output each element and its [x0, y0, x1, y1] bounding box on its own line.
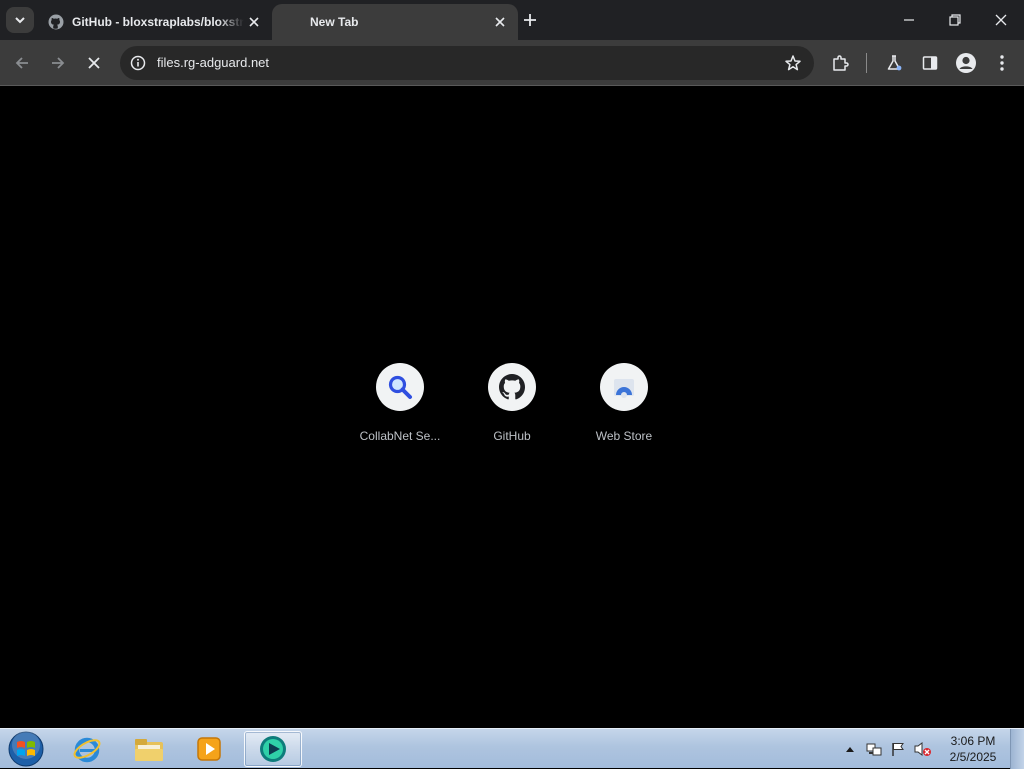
tab-strip: GitHub - bloxstraplabs/bloxstrap New Tab	[0, 0, 1024, 40]
file-explorer-icon	[135, 739, 163, 761]
action-center-flag-icon[interactable]	[888, 729, 908, 769]
minimize-button[interactable]	[886, 0, 932, 40]
network-tray-icon[interactable]	[864, 729, 884, 769]
media-player-icon	[197, 737, 221, 761]
site-info-icon[interactable]	[128, 53, 148, 73]
forward-button[interactable]	[44, 49, 72, 77]
shortcut-tile-web-store[interactable]: Web Store	[568, 363, 680, 453]
avatar-icon	[956, 53, 976, 73]
back-button[interactable]	[8, 49, 36, 77]
side-panel-button[interactable]	[916, 49, 944, 77]
tab-title: GitHub - bloxstraplabs/bloxstrap	[72, 15, 244, 29]
puzzle-piece-icon	[833, 55, 849, 71]
shortcut-label: GitHub	[493, 429, 531, 443]
shortcut-label: CollabNet Se...	[359, 429, 441, 443]
system-clock[interactable]: 3:06 PM 2/5/2025	[938, 733, 1008, 765]
close-icon	[88, 57, 100, 69]
github-icon	[499, 374, 525, 400]
volume-muted-icon[interactable]	[912, 729, 934, 769]
tab-title: New Tab	[310, 15, 359, 29]
taskbar-media-player[interactable]	[180, 731, 238, 767]
shortcut-icon-circle	[376, 363, 424, 411]
internet-explorer-icon	[73, 737, 101, 763]
github-icon	[48, 14, 64, 30]
profile-button[interactable]	[952, 49, 980, 77]
chevron-down-icon	[15, 17, 25, 24]
tab-close-button[interactable]	[244, 12, 264, 32]
shortcut-tile-collabnet[interactable]: CollabNet Se...	[344, 363, 456, 453]
windows-taskbar: 3:06 PM 2/5/2025	[0, 728, 1024, 769]
minimize-icon	[904, 19, 914, 21]
search-magnifier-icon	[388, 375, 412, 399]
new-tab-page: CollabNet Se... GitHub Web Store	[0, 87, 1024, 728]
show-desktop-button[interactable]	[1010, 729, 1024, 769]
stop-loading-button[interactable]	[80, 49, 108, 77]
plus-icon	[524, 14, 536, 26]
shortcut-tile-github[interactable]: GitHub	[456, 363, 568, 453]
labs-button[interactable]	[880, 49, 908, 77]
start-button[interactable]	[6, 730, 46, 768]
shortcut-label: Web Store	[595, 429, 653, 443]
tab-github[interactable]: GitHub - bloxstraplabs/bloxstrap	[40, 4, 272, 40]
taskbar-internet-explorer[interactable]	[58, 731, 116, 767]
kebab-menu-icon	[1000, 55, 1004, 71]
shortcut-icon-circle	[600, 363, 648, 411]
browser-toolbar: files.rg-adguard.net	[0, 40, 1024, 86]
chevron-up-icon	[846, 747, 854, 752]
url-text[interactable]: files.rg-adguard.net	[157, 55, 269, 70]
side-panel-icon	[922, 56, 938, 70]
close-window-button[interactable]	[978, 0, 1024, 40]
toolbar-separator	[866, 53, 867, 73]
tab-new-tab[interactable]: New Tab	[272, 4, 518, 40]
taskbar-chrome-app[interactable]	[244, 731, 302, 767]
menu-button[interactable]	[988, 49, 1016, 77]
address-bar[interactable]: files.rg-adguard.net	[120, 46, 814, 80]
flask-icon	[887, 55, 902, 71]
close-icon	[495, 17, 505, 27]
arrow-right-icon	[52, 57, 65, 69]
shortcut-icon-circle	[488, 363, 536, 411]
windows-logo-icon	[8, 731, 44, 767]
web-store-icon	[614, 379, 634, 398]
restore-button[interactable]	[932, 0, 978, 40]
tab-close-button[interactable]	[490, 12, 510, 32]
show-hidden-icons-button[interactable]	[842, 729, 858, 769]
tab-search-button[interactable]	[6, 7, 34, 33]
bookmark-star-icon[interactable]	[782, 52, 804, 74]
clock-time: 3:06 PM	[950, 734, 996, 748]
close-icon	[249, 17, 259, 27]
taskbar-file-explorer[interactable]	[120, 731, 178, 767]
restore-icon	[949, 14, 961, 26]
arrow-left-icon	[15, 57, 28, 69]
close-icon	[995, 14, 1007, 26]
new-tab-button[interactable]	[518, 8, 542, 32]
extensions-button[interactable]	[826, 49, 854, 77]
clock-date: 2/5/2025	[949, 750, 997, 764]
chrome-app-icon	[260, 736, 286, 762]
